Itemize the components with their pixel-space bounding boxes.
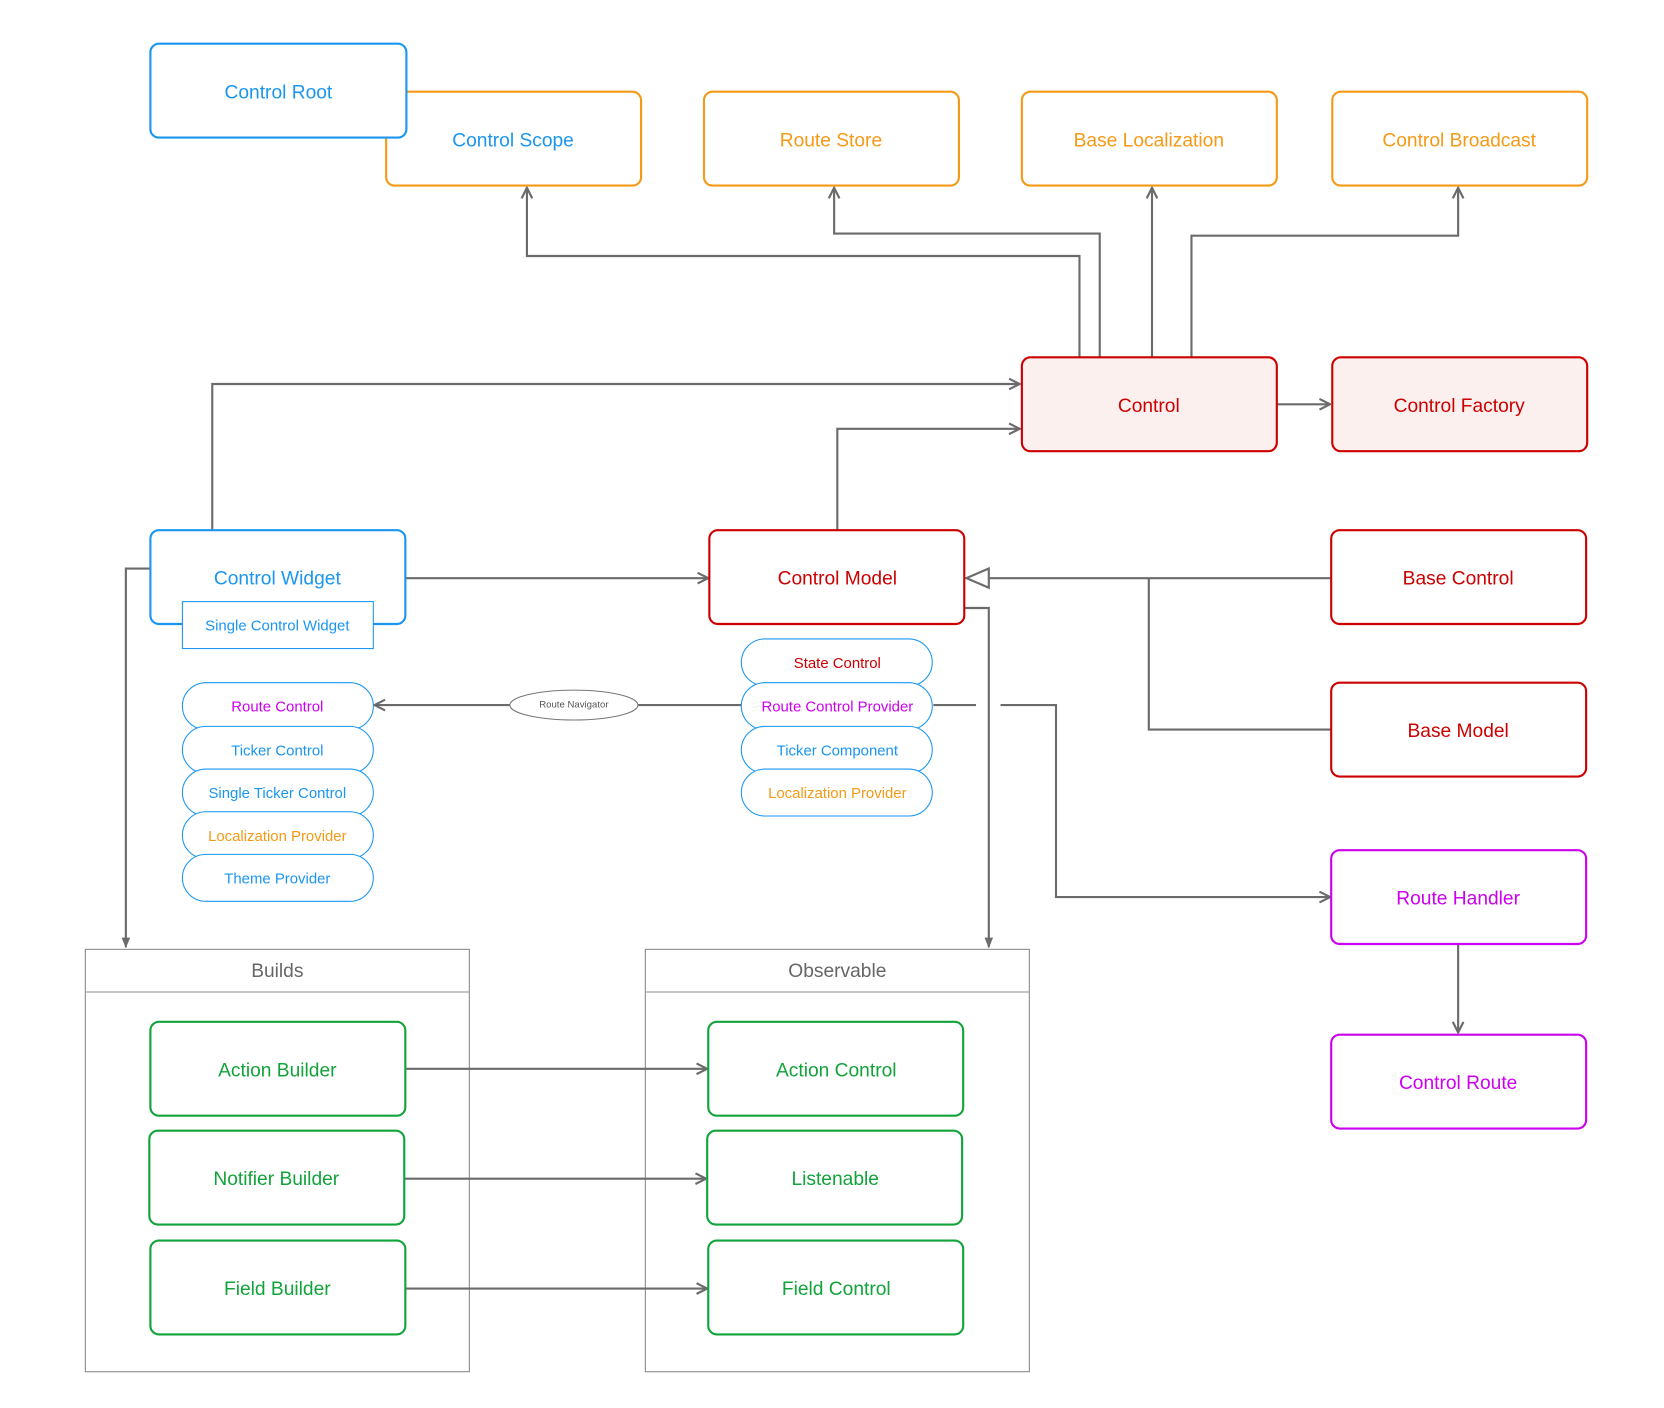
node-action-builder[interactable]: Action Builder xyxy=(149,1020,407,1117)
edge-base-model-to-model xyxy=(1147,578,1332,731)
node-control-broadcast[interactable]: Control Broadcast xyxy=(1331,90,1589,187)
edge-control-to-control-broadcast xyxy=(1190,188,1458,358)
svg-text:Notifier Builder: Notifier Builder xyxy=(213,1169,339,1190)
svg-text:Base Control: Base Control xyxy=(1403,569,1514,590)
pill-ticker-component[interactable]: Ticker Component xyxy=(740,725,933,774)
edge-widget-to-builds xyxy=(121,567,151,949)
svg-text:Route Store: Route Store xyxy=(780,130,882,151)
svg-text:Route Control: Route Control xyxy=(231,699,323,716)
svg-text:Control Route: Control Route xyxy=(1399,1073,1517,1094)
pill-localization-provider[interactable]: Localization Provider xyxy=(181,811,374,860)
node-notifier-builder[interactable]: Notifier Builder xyxy=(148,1129,406,1226)
inheritance-triangle-icon xyxy=(963,566,990,590)
node-control[interactable]: Control xyxy=(1020,356,1278,453)
svg-text:Control Scope: Control Scope xyxy=(452,130,574,151)
pill-model-localization-provider[interactable]: Localization Provider xyxy=(740,768,933,817)
svg-text:Route Handler: Route Handler xyxy=(1396,889,1520,910)
route-navigator-label: Route Navigator xyxy=(509,689,639,721)
svg-text:Ticker Control: Ticker Control xyxy=(231,742,323,759)
pill-theme-provider[interactable]: Theme Provider xyxy=(181,853,374,902)
svg-text:Action Control: Action Control xyxy=(776,1060,897,1081)
node-field-control[interactable]: Field Control xyxy=(707,1239,965,1336)
node-control-model[interactable]: Control Model xyxy=(708,529,966,626)
svg-text:Field Builder: Field Builder xyxy=(224,1279,331,1300)
svg-text:Listenable: Listenable xyxy=(791,1169,878,1190)
node-base-control[interactable]: Base Control xyxy=(1330,529,1588,626)
node-listenable[interactable]: Listenable xyxy=(706,1129,964,1226)
svg-text:Base Localization: Base Localization xyxy=(1074,130,1224,151)
svg-text:Localization Provider: Localization Provider xyxy=(768,785,907,802)
builds-title: Builds xyxy=(251,961,303,982)
svg-text:Single Control Widget: Single Control Widget xyxy=(205,618,350,635)
diagram-canvas: Builds Observable Route Navigator Contro… xyxy=(84,42,1589,1373)
svg-text:Control Factory: Control Factory xyxy=(1394,396,1526,417)
svg-text:Base Model: Base Model xyxy=(1407,721,1508,742)
node-route-handler[interactable]: Route Handler xyxy=(1330,849,1588,946)
svg-text:Control: Control xyxy=(1118,396,1180,417)
edge-control-to-route-store xyxy=(834,188,1101,358)
svg-text:Control Model: Control Model xyxy=(778,569,897,590)
svg-text:Route Navigator: Route Navigator xyxy=(539,700,609,711)
node-control-root[interactable]: Control Root xyxy=(149,42,408,139)
pill-ticker-control[interactable]: Ticker Control xyxy=(181,725,374,774)
observable-title: Observable xyxy=(788,961,886,982)
edge-control-to-control-scope xyxy=(527,188,1081,358)
node-base-model[interactable]: Base Model xyxy=(1330,681,1588,778)
edge-widget-to-control xyxy=(211,384,1019,531)
pill-route-control[interactable]: Route Control xyxy=(181,682,374,731)
svg-text:Ticker Component: Ticker Component xyxy=(777,742,899,759)
node-control-route[interactable]: Control Route xyxy=(1330,1033,1588,1130)
svg-text:Theme Provider: Theme Provider xyxy=(224,870,330,887)
edge-model-to-control xyxy=(836,429,1019,531)
svg-text:Localization Provider: Localization Provider xyxy=(208,828,347,845)
pill-route-control-provider[interactable]: Route Control Provider xyxy=(740,682,933,731)
svg-text:Action Builder: Action Builder xyxy=(218,1060,337,1081)
edge-model-to-observable xyxy=(965,606,994,949)
node-control-scope[interactable]: Control Scope xyxy=(385,90,643,187)
pill-single-ticker-control[interactable]: Single Ticker Control xyxy=(181,768,374,817)
svg-text:Control Widget: Control Widget xyxy=(214,569,342,590)
node-base-localization[interactable]: Base Localization xyxy=(1020,90,1278,187)
node-action-control[interactable]: Action Control xyxy=(707,1020,965,1117)
node-field-builder[interactable]: Field Builder xyxy=(149,1239,407,1336)
svg-text:Control Broadcast: Control Broadcast xyxy=(1382,130,1536,151)
edge-route-provider-to-route-handler xyxy=(1000,704,1331,897)
svg-text:Control Root: Control Root xyxy=(225,82,333,103)
node-control-factory[interactable]: Control Factory xyxy=(1331,356,1589,453)
pill-state-control[interactable]: State Control xyxy=(740,638,933,687)
node-single-control-widget[interactable]: Single Control Widget xyxy=(181,601,374,650)
svg-text:Route Control Provider: Route Control Provider xyxy=(761,699,913,716)
svg-text:State Control: State Control xyxy=(794,655,881,672)
svg-text:Field Control: Field Control xyxy=(782,1279,891,1300)
node-route-store[interactable]: Route Store xyxy=(702,90,960,187)
svg-text:Single Ticker Control: Single Ticker Control xyxy=(208,785,346,802)
